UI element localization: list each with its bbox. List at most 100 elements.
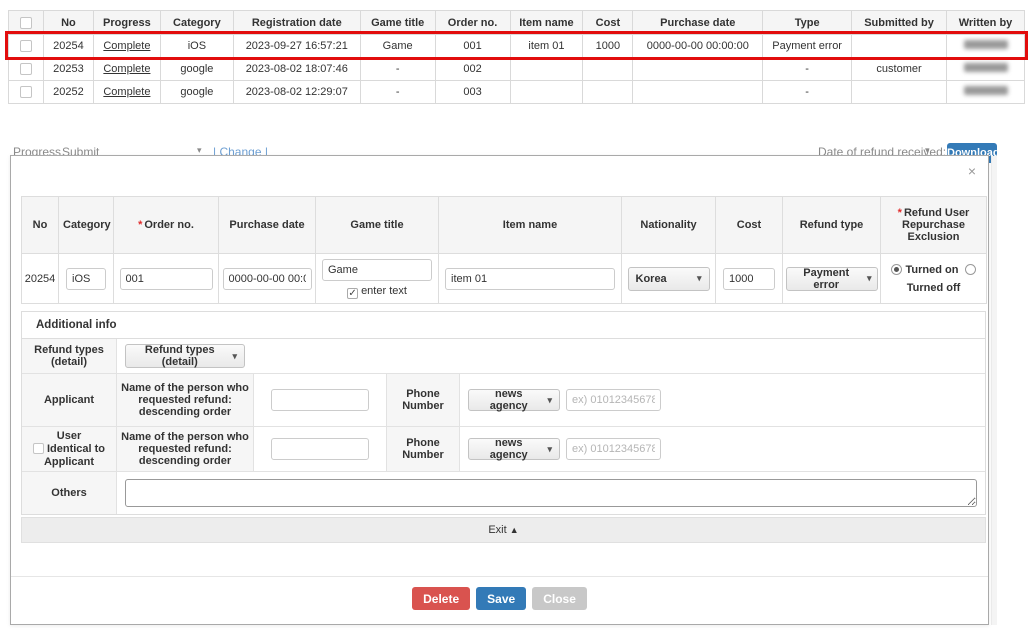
written-by-redacted <box>964 63 1008 72</box>
table-header-row: No Progress Category Registration date G… <box>9 11 1025 35</box>
others-textarea[interactable] <box>125 479 977 507</box>
radio-turned-on[interactable] <box>891 264 902 275</box>
item-name-input[interactable] <box>445 268 615 290</box>
applicant-label: Applicant <box>22 374 117 426</box>
refund-type-select[interactable]: Payment error ▾ <box>786 267 878 291</box>
purchase-date-input[interactable] <box>223 268 312 290</box>
cell-no: 20254 <box>43 35 93 58</box>
close-button[interactable]: Close <box>532 587 587 610</box>
refund-user-radio-group: Turned on Turned off <box>884 261 984 297</box>
cell-submitted-by <box>852 35 947 58</box>
cell-no: 20253 <box>43 58 93 81</box>
cell-cost: 1000 <box>583 35 633 58</box>
category-input[interactable] <box>66 268 106 290</box>
cell-order-no: 002 <box>435 58 510 81</box>
save-button[interactable]: Save <box>476 587 526 610</box>
form-col-order-no: *Order no. <box>114 197 219 254</box>
cell-category: google <box>160 81 233 104</box>
col-cost: Cost <box>583 11 633 35</box>
form-col-refund-type: Refund type <box>783 197 881 254</box>
form-col-item-name: Item name <box>439 197 622 254</box>
chevron-down-icon: ▾ <box>232 351 237 362</box>
applicant-name-input[interactable] <box>271 389 369 411</box>
user-identical-label: User Identical to Applicant <box>22 427 117 471</box>
user-row: User Identical to Applicant Name of the … <box>22 427 985 472</box>
radio-turned-off[interactable] <box>965 264 976 275</box>
cell-purchase-date <box>633 81 763 104</box>
cell-item-name: item 01 <box>510 35 583 58</box>
close-icon[interactable]: × <box>968 164 976 178</box>
col-no: No <box>43 11 93 35</box>
form-col-no: No <box>22 197 59 254</box>
refund-form-table: No Category *Order no. Purchase date Gam… <box>21 196 987 304</box>
game-title-input[interactable] <box>322 259 432 281</box>
select-all-cell[interactable] <box>9 11 44 35</box>
cell-purchase-date: 0000-00-00 00:00:00 <box>633 35 763 58</box>
cell-registration-date: 2023-08-02 18:07:46 <box>233 58 360 81</box>
cell-no: 20252 <box>43 81 93 104</box>
cell-registration-date: 2023-08-02 12:29:07 <box>233 81 360 104</box>
cell-purchase-date <box>633 58 763 81</box>
checkbox-checked-icon[interactable]: ✓ <box>347 288 358 299</box>
nationality-select[interactable]: Korea ▾ <box>628 267 710 291</box>
user-phone-input[interactable] <box>566 438 661 460</box>
col-order-no: Order no. <box>435 11 510 35</box>
user-carrier-select[interactable]: news agency ▾ <box>468 438 560 460</box>
modal-footer: Delete Save Close <box>11 576 988 624</box>
required-asterisk: * <box>138 219 142 231</box>
cell-item-name <box>510 58 583 81</box>
applicant-phone-input[interactable] <box>566 389 661 411</box>
order-no-input[interactable] <box>120 268 213 290</box>
refund-types-label: Refund types (detail) <box>22 339 117 373</box>
cell-type: - <box>763 58 852 81</box>
written-by-redacted <box>964 86 1008 95</box>
page-scrollbar[interactable] <box>991 156 997 625</box>
select-all-checkbox[interactable] <box>20 17 32 29</box>
table-row[interactable]: 20253 Complete google 2023-08-02 18:07:4… <box>9 58 1025 81</box>
form-col-category: Category <box>59 197 114 254</box>
exit-toggle[interactable]: Exit ▲ <box>21 517 986 543</box>
cell-submitted-by: customer <box>852 58 947 81</box>
table-row[interactable]: 20254 Complete iOS 2023-09-27 16:57:21 G… <box>9 35 1025 58</box>
delete-button[interactable]: Delete <box>412 587 470 610</box>
applicant-phone-label: Phone Number <box>387 374 460 426</box>
col-type: Type <box>763 11 852 35</box>
cell-game-title: - <box>360 81 435 104</box>
chevron-down-icon: ▾ <box>697 273 702 284</box>
enter-text-option[interactable]: ✓enter text <box>318 285 436 299</box>
chevron-down-icon: ▾ <box>867 273 872 284</box>
form-header-row: No Category *Order no. Purchase date Gam… <box>22 197 987 254</box>
col-category: Category <box>160 11 233 35</box>
others-label: Others <box>22 472 117 514</box>
cell-game-title: - <box>360 58 435 81</box>
cell-item-name <box>510 81 583 104</box>
turned-off-label: Turned off <box>907 282 961 294</box>
chevron-down-icon: ▾ <box>547 444 552 455</box>
cell-type: Payment error <box>763 35 852 58</box>
cost-input[interactable] <box>723 268 775 290</box>
form-col-game-title: Game title <box>316 197 439 254</box>
cell-category: iOS <box>160 35 233 58</box>
refund-types-row: Refund types (detail) Refund types (deta… <box>22 339 985 374</box>
table-row[interactable]: 20252 Complete google 2023-08-02 12:29:0… <box>9 81 1025 104</box>
applicant-carrier-select[interactable]: news agency ▾ <box>468 389 560 411</box>
refund-detail-modal: × No Category *Order no. Purchase date G… <box>10 155 989 625</box>
col-item-name: Item name <box>510 11 583 35</box>
col-game-title: Game title <box>360 11 435 35</box>
col-registration-date: Registration date <box>233 11 360 35</box>
results-table: No Progress Category Registration date G… <box>8 10 1025 104</box>
col-submitted-by: Submitted by <box>852 11 947 35</box>
form-col-purchase-date: Purchase date <box>219 197 316 254</box>
user-name-input[interactable] <box>271 438 369 460</box>
identical-checkbox[interactable] <box>33 443 44 454</box>
row-checkbox[interactable] <box>20 40 32 52</box>
cell-order-no: 001 <box>435 35 510 58</box>
cell-cost <box>583 58 633 81</box>
progress-link[interactable]: Complete <box>103 86 150 98</box>
applicant-row: Applicant Name of the person who request… <box>22 374 985 427</box>
row-checkbox[interactable] <box>20 86 32 98</box>
refund-types-select[interactable]: Refund types (detail) ▾ <box>125 344 245 368</box>
progress-link[interactable]: Complete <box>103 63 150 75</box>
row-checkbox[interactable] <box>20 63 32 75</box>
progress-link[interactable]: Complete <box>103 40 150 52</box>
